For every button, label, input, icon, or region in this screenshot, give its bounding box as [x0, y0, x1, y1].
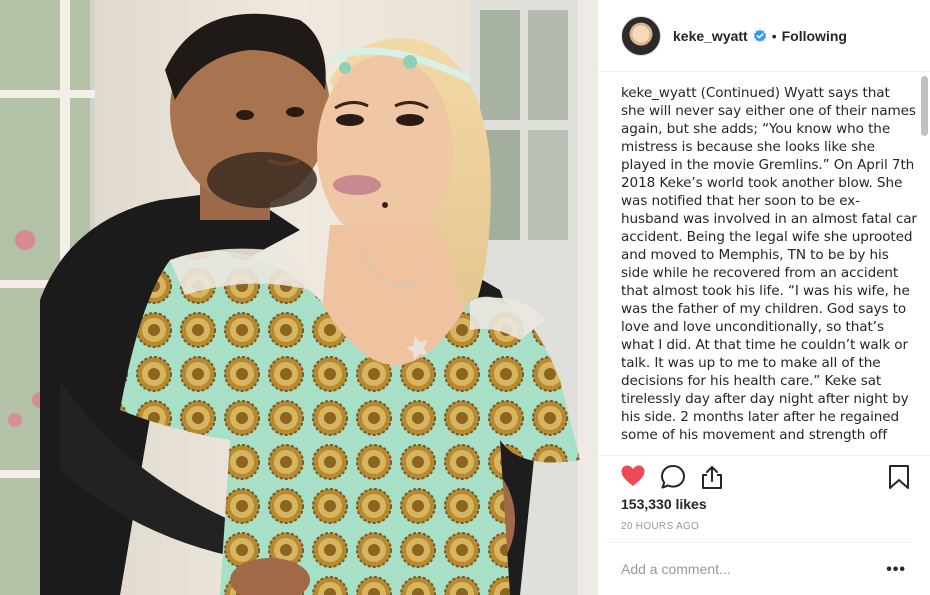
caption-text: (Continued) Wyatt says that she will nev… [621, 85, 917, 443]
post-timestamp[interactable]: 20 HOURS AGO [621, 521, 699, 532]
share-upload-icon[interactable] [699, 464, 725, 490]
likes-count[interactable]: 153,330 likes [621, 496, 707, 512]
post-sidebar: keke_wyatt • Following keke_wyatt (Conti… [598, 0, 930, 595]
caption-username[interactable]: keke_wyatt [621, 85, 697, 101]
more-options-button[interactable]: ••• [886, 561, 906, 579]
post-caption: keke_wyatt (Continued) Wyatt says that s… [621, 84, 917, 444]
heart-filled-icon[interactable] [620, 464, 646, 490]
following-button[interactable]: Following [782, 28, 847, 44]
post-image [0, 0, 598, 595]
comment-bar: ••• [606, 542, 912, 595]
speech-bubble-icon[interactable] [660, 464, 686, 490]
bookmark-icon[interactable] [887, 464, 913, 490]
caption-scrollbar[interactable] [921, 76, 928, 136]
action-bar [598, 455, 930, 495]
comment-input[interactable] [621, 561, 871, 577]
post-header: keke_wyatt • Following [598, 0, 930, 72]
post-photo[interactable] [0, 0, 598, 595]
header-username[interactable]: keke_wyatt [673, 28, 748, 44]
avatar[interactable] [621, 15, 661, 56]
header-separator: • [771, 27, 777, 44]
caption-container[interactable]: keke_wyatt (Continued) Wyatt says that s… [621, 84, 921, 454]
verified-badge-icon [753, 29, 767, 43]
